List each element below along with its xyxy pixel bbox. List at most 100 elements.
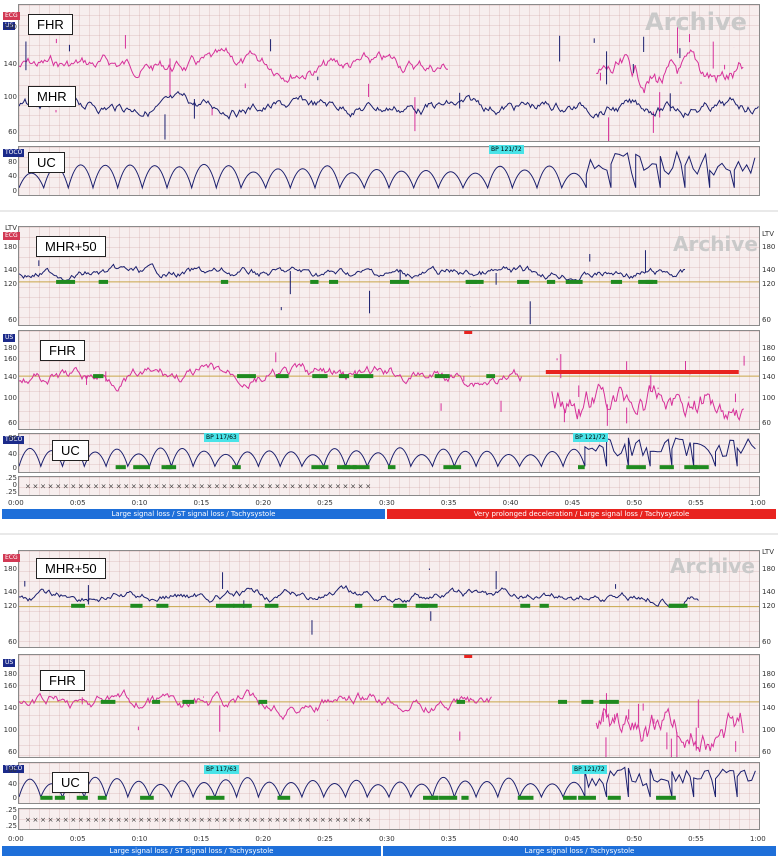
st-mark: × (131, 483, 137, 491)
event-marker (461, 795, 469, 800)
st-mark: × (237, 816, 243, 824)
y-tick: .25 (5, 488, 17, 496)
st-mark: × (55, 816, 61, 824)
y-tick: 140 (3, 588, 17, 596)
mhr-plot-3 (18, 550, 760, 648)
event-marker (264, 603, 279, 608)
st-mark: × (48, 816, 54, 824)
y-tick: 180 (3, 344, 17, 352)
y-tick-right: 120 (762, 602, 776, 610)
archive-watermark: Archive (673, 232, 758, 256)
time-tick: 0:20 (255, 499, 272, 507)
y-tick: LTV (4, 224, 17, 232)
time-tick: 1:00 (750, 835, 766, 843)
time-tick: 0:35 (440, 835, 457, 843)
st-mark: × (78, 483, 84, 491)
event-marker (578, 795, 596, 800)
event-marker (684, 465, 698, 470)
archive-watermark: Archive (645, 8, 747, 36)
st-mark: × (93, 816, 99, 824)
st-mark: × (252, 483, 258, 491)
y-tick-right: 60 (762, 316, 771, 324)
st-mark: × (214, 483, 220, 491)
event-marker (387, 465, 396, 470)
event-marker (353, 374, 374, 379)
uc-plot-3 (18, 762, 760, 804)
event-marker (329, 279, 339, 284)
y-tick: 40 (8, 780, 17, 788)
st-mark: × (252, 816, 258, 824)
st-mark: × (267, 816, 273, 824)
ecg-tag: ECG (3, 12, 20, 20)
st-mark: × (78, 816, 84, 824)
uc-plot-2 (18, 433, 760, 473)
bp-tag: BP 121/72 (489, 145, 524, 154)
y-tick: 140 (3, 373, 17, 381)
event-marker (626, 465, 646, 470)
event-marker (338, 374, 350, 379)
st-mark: × (63, 483, 69, 491)
time-tick: 0:00 (8, 499, 24, 507)
y-tick: 100 (3, 93, 17, 101)
event-marker (656, 795, 676, 800)
event-marker (610, 279, 623, 284)
event-marker (354, 603, 363, 608)
status-bar-right: Large signal loss / Tachysystole (383, 846, 776, 856)
st-mark: × (327, 816, 333, 824)
y-tick-right: 60 (762, 748, 771, 756)
st-mark: × (108, 816, 114, 824)
y-tick: 40 (8, 172, 17, 180)
st-mark: × (343, 483, 349, 491)
st-trace-svg-3: × × × × × × × × × × × × × × × × × × × × × × × × × × × × × × × × × × × × × × × ×… (25, 816, 371, 824)
y-tick-right: 180 (762, 344, 776, 352)
st-mark: × (358, 816, 364, 824)
status-bar-right: Very prolonged deceleration / Large sign… (387, 509, 776, 519)
st-mark: × (312, 816, 318, 824)
y-tick: .25 (5, 806, 17, 814)
st-mark: × (154, 816, 160, 824)
st-mark: × (116, 483, 122, 491)
time-tick: 0:50 (626, 499, 643, 507)
y-tick: 0 (12, 794, 17, 802)
y-tick: .25 (5, 822, 17, 830)
time-tick: 0:30 (379, 835, 395, 843)
event-marker (166, 465, 177, 470)
event-marker (156, 603, 169, 608)
fhr-label: FHR (40, 670, 85, 691)
time-tick: 0:40 (502, 835, 519, 843)
st-mark: × (169, 483, 175, 491)
st-mark: × (229, 483, 235, 491)
event-marker (581, 699, 594, 704)
y-tick-right: 180 (762, 565, 776, 573)
event-marker (233, 603, 252, 608)
event-marker (520, 603, 531, 608)
y-tick: 80 (8, 434, 17, 442)
st-mark: × (191, 483, 197, 491)
st-mark: × (55, 483, 61, 491)
time-tick: 0:20 (255, 835, 272, 843)
y-tick: 60 (8, 638, 17, 646)
st-mark: × (312, 483, 318, 491)
st-mark: × (70, 816, 76, 824)
red-deceleration-bar (545, 370, 739, 374)
st-mark: × (146, 483, 152, 491)
st-mark: × (199, 483, 205, 491)
y-tick: 100 (3, 394, 17, 402)
st-mark: × (343, 816, 349, 824)
st-mark: × (237, 483, 243, 491)
y-tick: 140 (3, 266, 17, 274)
ecg-tag: ECG (3, 554, 20, 562)
status-bar-left: Large signal loss / ST signal loss / Tac… (2, 846, 381, 856)
event-marker (40, 795, 53, 800)
st-mark: × (138, 483, 144, 491)
event-marker (277, 795, 291, 800)
st-mark: × (297, 483, 303, 491)
time-tick: 0:55 (688, 499, 704, 507)
st-mark: × (358, 483, 364, 491)
st-mark: × (191, 816, 197, 824)
panel-3: ECG LTV 180 140 120 60 180 140 120 60 MH… (0, 546, 778, 860)
status-bar-left: Large signal loss / ST signal loss / Tac… (2, 509, 385, 519)
st-mark: × (101, 483, 107, 491)
time-tick: 1:00 (750, 499, 766, 507)
event-marker (312, 374, 328, 379)
